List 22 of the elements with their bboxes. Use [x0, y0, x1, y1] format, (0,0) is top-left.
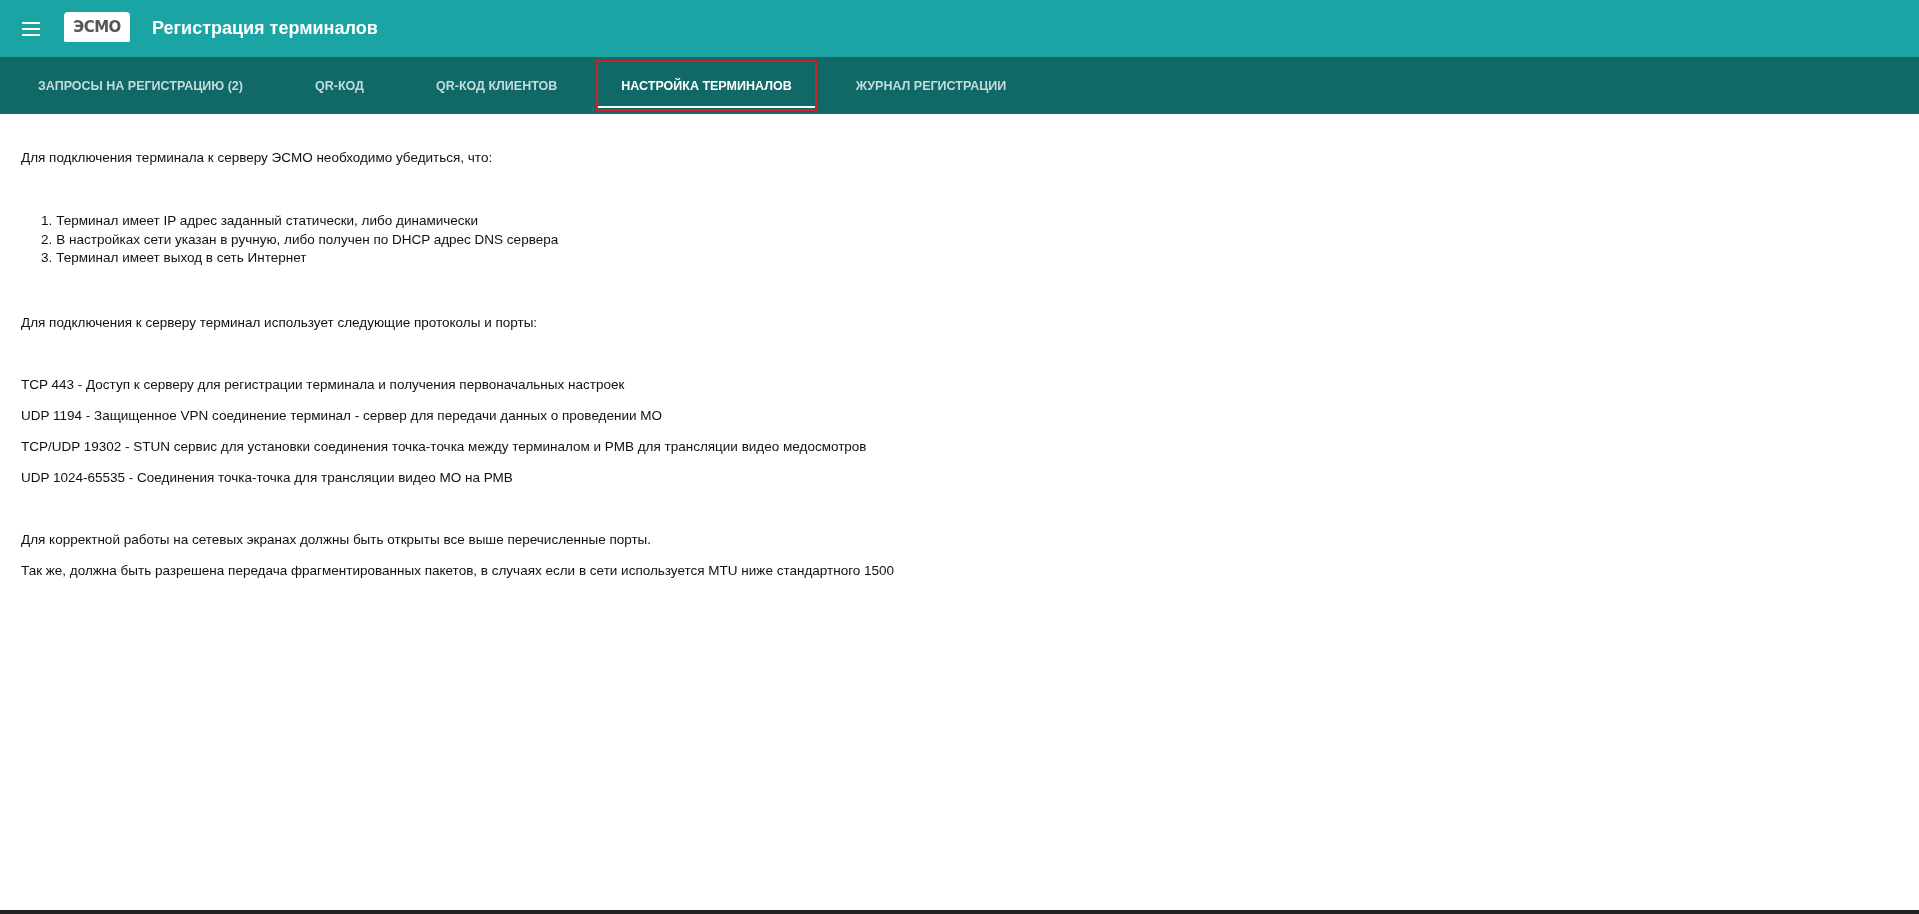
menu-icon[interactable]	[22, 21, 40, 36]
tab[interactable]: ЗАПРОСЫ НА РЕГИСТРАЦИЮ (2)	[2, 57, 279, 114]
port-text: UDP 1024-65535 - Соединения точка-точка для трансляции видео МО на РМВ	[21, 469, 514, 485]
note-text: Так же, должна быть разрешена передача фрагментированных пакетов, в случаях если в сети используется MTU ниже стандартного 1500	[21, 562, 896, 578]
note-text: Для корректной работы на сетевых экранах должны быть открыты все выше перечисленные порты.	[21, 531, 653, 547]
intro-text: Для подключения терминала к серверу ЭСМО необходимо убедиться, что:	[21, 150, 494, 165]
list-number: 1.	[41, 212, 53, 230]
tab[interactable]: QR-КОД	[278, 57, 400, 114]
page-title: Регистрация терминалов	[152, 18, 378, 39]
requirement-text: В настройках сети указан в ручную, либо получен по DHCP адрес DNS сервера	[56, 230, 559, 249]
logo: ЭСМО	[64, 12, 130, 45]
list-number: 3.	[41, 249, 53, 267]
requirement-text: Терминал имеет IP адрес заданный статически, либо динамически	[56, 212, 478, 230]
list-number: 2.	[41, 230, 53, 249]
port-text: TCP/UDP 19302 - STUN сервис для установки соединения точка-точка между терминалом и РМВ для трансляции видео медосмотров	[21, 438, 868, 454]
requirement-text: Терминал имеет выход в сеть Интернет	[56, 249, 307, 267]
port-text: UDP 1194 - Защищенное VPN соединение терминал - сервер для передачи данных о проведении МО	[21, 407, 664, 423]
port-text: TCP 443 - Доступ к серверу для регистрации терминала и получения первоначальных настроек	[21, 376, 626, 392]
tab[interactable]: ЖУРНАЛ РЕГИСТРАЦИИ	[819, 57, 1043, 114]
tab[interactable]: QR-КОД КЛИЕНТОВ	[400, 57, 594, 114]
tab[interactable]: НАСТРОЙКА ТЕРМИНАЛОВ	[593, 57, 820, 114]
ports-intro-text: Для подключения к серверу терминал использует следующие протоколы и порты:	[21, 314, 539, 330]
